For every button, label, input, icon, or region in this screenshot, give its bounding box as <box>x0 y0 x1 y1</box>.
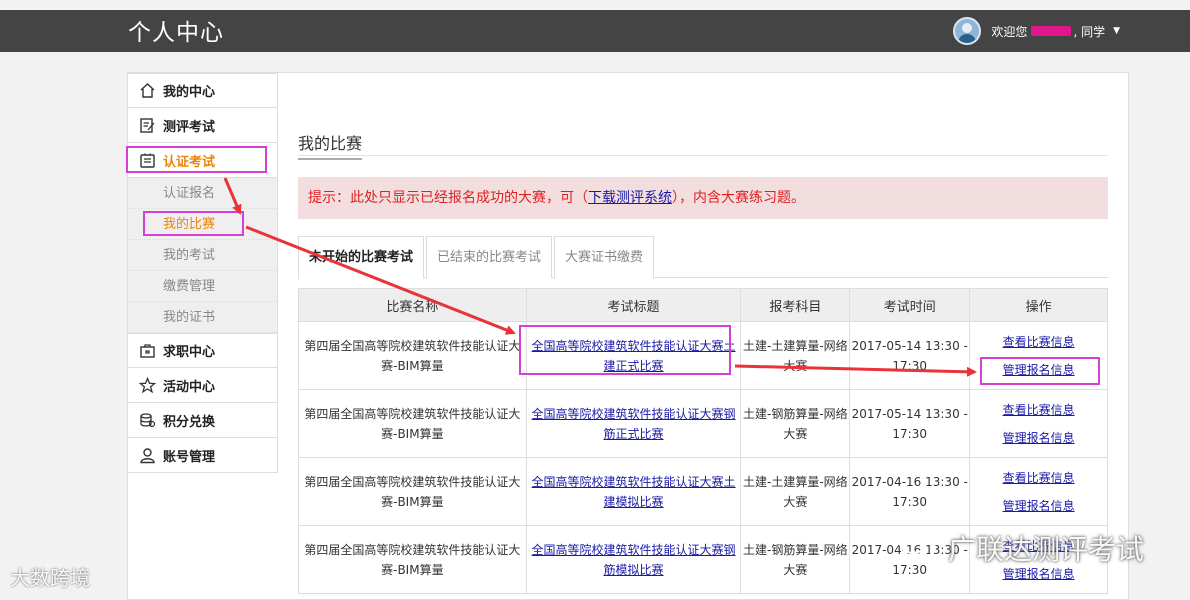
wechat-logo-icon <box>898 530 938 567</box>
watermark-left: 大数跨境 <box>10 562 90 591</box>
watermark-text: 广联达测评考试 <box>948 533 1145 566</box>
annotation-arrows <box>223 177 977 377</box>
arrow-to-exam-title <box>245 225 516 335</box>
arrow-to-my-competitions <box>223 177 242 215</box>
watermark-right: 广联达测评考试 <box>898 528 1144 568</box>
watermark-text: 大数跨境 <box>10 566 90 590</box>
arrow-to-manage-registration <box>734 364 977 377</box>
